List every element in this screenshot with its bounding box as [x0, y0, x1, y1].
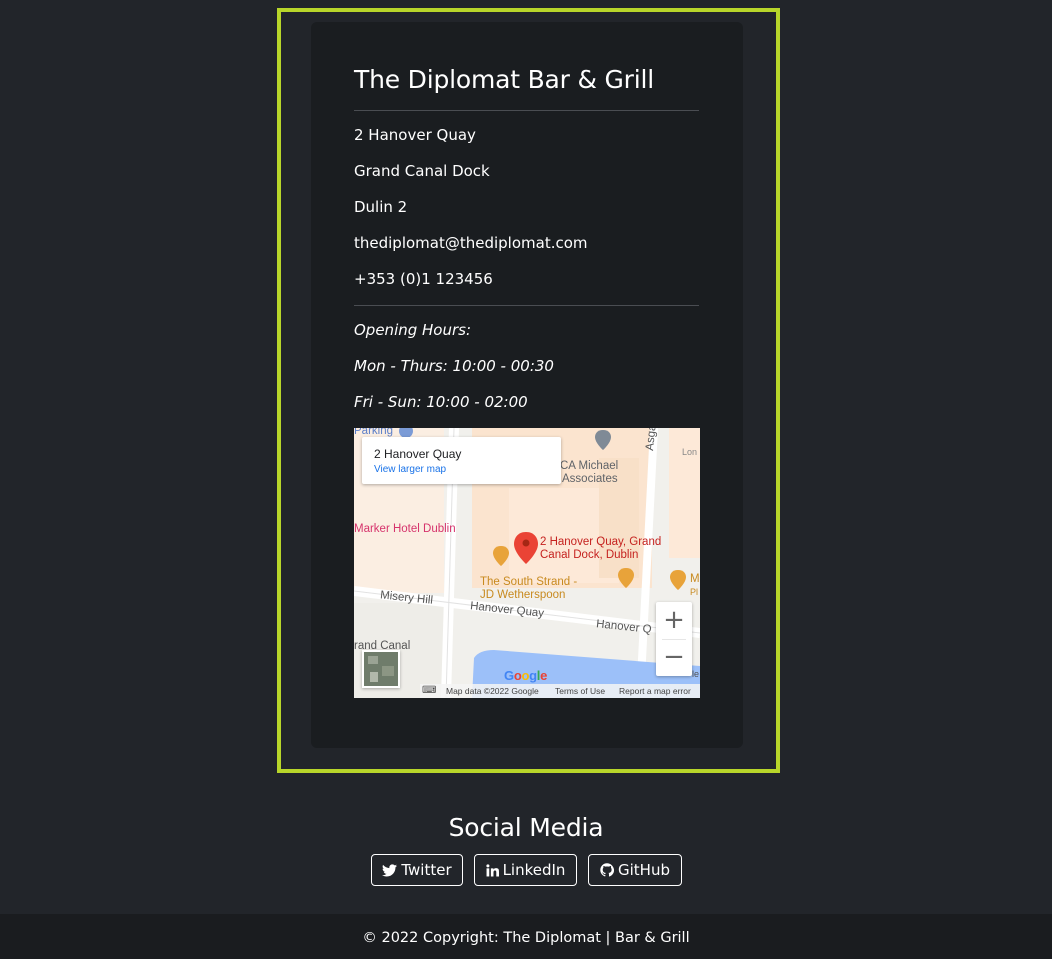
- map-poi-ca-michael-2: Associates: [562, 473, 618, 485]
- map-pin-label-2: Canal Dock, Dublin: [540, 549, 639, 561]
- map-place-card: 2 Hanover Quay View larger map: [362, 437, 561, 484]
- map-poi-ca-michael[interactable]: CA Michael: [560, 460, 618, 472]
- map-pin-label: 2 Hanover Quay, Grand: [540, 536, 662, 548]
- satellite-thumbnail-icon: [364, 652, 398, 686]
- phone-number: +353 (0)1 123456: [354, 270, 493, 288]
- zoom-in-button[interactable]: +: [656, 602, 692, 639]
- github-label: GitHub: [618, 861, 670, 879]
- divider: [354, 110, 699, 111]
- opening-hours-label: Opening Hours:: [354, 321, 472, 339]
- twitter-icon: [382, 863, 398, 876]
- map-poi-right-pl: Pl: [690, 587, 699, 597]
- linkedin-button[interactable]: LinkedIn: [474, 854, 577, 886]
- view-larger-map-link[interactable]: View larger map: [374, 464, 446, 475]
- github-button[interactable]: GitHub: [588, 854, 682, 886]
- satellite-toggle-button[interactable]: [362, 650, 400, 688]
- twitter-button[interactable]: Twitter: [371, 854, 463, 886]
- terms-of-use-link[interactable]: Terms of Use: [555, 684, 605, 698]
- map-area-lon: Lon: [682, 447, 698, 457]
- map-poi-parking[interactable]: Parking: [354, 428, 393, 437]
- email-address: thediplomat@thediplomat.com: [354, 234, 588, 252]
- copyright-text: © 2022 Copyright: The Diplomat | Bar & G…: [362, 930, 690, 946]
- divider: [354, 305, 699, 306]
- map-data-attribution: Map data ©2022 Google: [446, 686, 539, 696]
- linkedin-icon: [485, 863, 499, 876]
- opening-hours-weekend: Fri - Sun: 10:00 - 02:00: [354, 393, 528, 411]
- zoom-out-button[interactable]: −: [656, 639, 692, 676]
- map-attribution-bar: ⌨ Map data ©2022 Google Terms of Use Rep…: [420, 684, 700, 698]
- map-poi-right-le: le: [692, 669, 700, 679]
- address-line-2: Grand Canal Dock: [354, 162, 490, 180]
- map-zoom-controls: + −: [656, 602, 692, 676]
- map-place-title: 2 Hanover Quay: [374, 447, 462, 461]
- social-media-heading: Social Media: [448, 813, 604, 842]
- address-line-3: Dulin 2: [354, 198, 408, 216]
- footer: © 2022 Copyright: The Diplomat | Bar & G…: [0, 914, 1052, 959]
- twitter-label: Twitter: [401, 861, 452, 879]
- keyboard-shortcuts-icon[interactable]: ⌨: [422, 684, 436, 698]
- address-line-1: 2 Hanover Quay: [354, 126, 476, 144]
- embedded-map[interactable]: Parking CA Michael Associates Marker Hot…: [354, 428, 700, 698]
- linkedin-label: LinkedIn: [502, 861, 566, 879]
- restaurant-name: The Diplomat Bar & Grill: [354, 65, 654, 94]
- map-poi-pub[interactable]: The South Strand -: [480, 576, 577, 588]
- map-poi-hotel[interactable]: Marker Hotel Dublin: [354, 523, 456, 535]
- google-logo: Google: [504, 668, 548, 683]
- map-poi-pub-2: JD Wetherspoon: [480, 589, 566, 601]
- report-map-error-link[interactable]: Report a map error: [619, 684, 691, 698]
- github-icon: [600, 863, 614, 877]
- opening-hours-weekday: Mon - Thurs: 10:00 - 00:30: [354, 357, 554, 375]
- map-poi-right-m: M: [690, 573, 700, 585]
